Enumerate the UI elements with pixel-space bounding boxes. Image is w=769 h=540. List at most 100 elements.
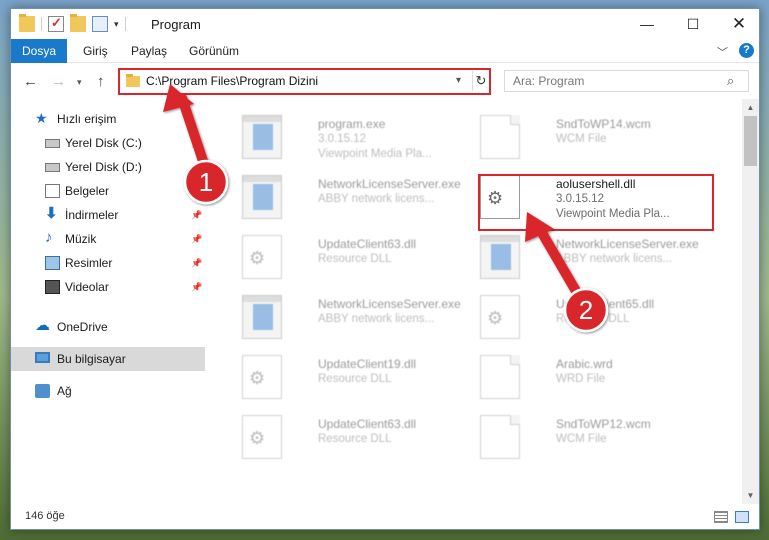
- file-detail: ABBY network licens...: [556, 253, 673, 265]
- pictures-icon: [45, 256, 60, 270]
- sidebar-item-documents[interactable]: Belgeler 📌: [11, 179, 205, 203]
- pin-icon: 📌: [191, 210, 203, 220]
- disk-icon: [45, 163, 60, 172]
- up-button[interactable]: ↑: [97, 73, 105, 90]
- file-item[interactable]: NetworkLicenseServer.exe ABBY network li…: [238, 171, 474, 227]
- file-item[interactable]: NetworkLicenseServer.exe ABBY network li…: [238, 291, 474, 347]
- scroll-up-icon[interactable]: ▲: [742, 99, 759, 116]
- details-view-icon[interactable]: [714, 511, 728, 523]
- file-detail: WRD File: [556, 373, 606, 385]
- exe-icon: [242, 115, 282, 159]
- file-item[interactable]: ⚙ UpdateClient63.dll Resource DLL: [238, 411, 474, 467]
- minimize-button[interactable]: —: [624, 9, 670, 39]
- sidebar-item-local-disk-c[interactable]: Yerel Disk (C:) 📌: [11, 131, 205, 155]
- sidebar-item-label: Belgeler: [65, 184, 110, 198]
- ribbon-tabs: Dosya Giriş Paylaş Görünüm ﹀ ?: [11, 39, 759, 63]
- search-box[interactable]: Ara: Program ⌕: [504, 70, 749, 92]
- music-icon: ♪: [45, 229, 53, 246]
- sidebar-item-pictures[interactable]: Resimler 📌: [11, 251, 205, 275]
- refresh-button[interactable]: ↻: [472, 71, 489, 91]
- address-bar[interactable]: C:\Program Files\Program Dizini ▾ ↻: [118, 68, 491, 95]
- file-item[interactable]: SndToWP12.wcm WCM File: [476, 411, 712, 467]
- sidebar-item-music[interactable]: ♪ Müzik 📌: [11, 227, 205, 251]
- folder-icon: [126, 74, 140, 87]
- maximize-button[interactable]: ☐: [670, 9, 716, 39]
- sidebar-item-label: Ağ: [57, 384, 72, 398]
- file-detail: WCM File: [556, 133, 607, 145]
- sidebar-item-quick-access[interactable]: ★ Hızlı erişim: [11, 107, 205, 131]
- file-item[interactable]: ⚙ UpdateClient65.dll Resource DLL: [476, 291, 712, 347]
- exe-icon: [242, 295, 282, 339]
- file-detail: Viewpoint Media Pla...: [318, 148, 432, 160]
- customize-toolbar-chevron-icon[interactable]: ▾: [114, 19, 119, 30]
- tab-file[interactable]: Dosya: [11, 39, 67, 63]
- pin-icon: 📌: [191, 234, 203, 244]
- file-name: UpdateClient19.dll: [318, 357, 417, 371]
- sidebar-item-label: Resimler: [65, 256, 113, 270]
- sidebar-item-network[interactable]: Ağ: [11, 379, 205, 403]
- scroll-down-icon[interactable]: ▼: [742, 487, 759, 504]
- toolbar-divider: [124, 17, 126, 31]
- properties-check-icon[interactable]: [48, 15, 64, 32]
- sidebar-item-label: İndirmeler: [65, 208, 119, 222]
- sidebar-item-label: OneDrive: [57, 320, 108, 334]
- window-title: Program: [151, 17, 201, 32]
- file-detail: Resource DLL: [556, 313, 630, 325]
- file-item[interactable]: program.exe 3.0.15.12 Viewpoint Media Pl…: [238, 111, 474, 167]
- network-icon: [35, 384, 50, 398]
- new-folder-icon[interactable]: [70, 14, 86, 32]
- disk-icon: [45, 139, 60, 148]
- sidebar-item-this-pc[interactable]: Bu bilgisayar: [11, 347, 205, 371]
- tiles-view-icon[interactable]: [735, 511, 749, 523]
- sidebar-item-local-disk-d[interactable]: Yerel Disk (D:) 📌: [11, 155, 205, 179]
- download-icon: ⬇: [45, 205, 58, 222]
- sidebar-item-videos[interactable]: Videolar 📌: [11, 275, 205, 299]
- file-item[interactable]: SndToWP14.wcm WCM File: [476, 111, 712, 167]
- sidebar-item-label: Müzik: [65, 232, 97, 246]
- pin-icon: 📌: [191, 282, 203, 292]
- search-icon[interactable]: ⌕: [727, 73, 734, 89]
- tab-view[interactable]: Görünüm: [189, 39, 239, 63]
- file-name: NetworkLicenseServer.exe: [318, 297, 461, 311]
- back-button[interactable]: ←: [23, 73, 38, 90]
- computer-icon: [35, 352, 50, 363]
- gear-document-icon: ⚙: [242, 235, 282, 279]
- toolbar-divider: [41, 17, 42, 31]
- target-file-highlight: [478, 174, 714, 231]
- quick-access-toolbar: ▾: [19, 14, 126, 32]
- file-name: Arabic.wrd: [556, 357, 613, 371]
- file-detail: Resource DLL: [318, 373, 392, 385]
- document-icon: [480, 115, 520, 159]
- file-detail: WCM File: [556, 433, 607, 445]
- file-detail: 3.0.15.12: [318, 133, 366, 145]
- title-bar: ▾ Program — ☐ ✕: [11, 9, 759, 39]
- tab-share[interactable]: Paylaş: [131, 39, 167, 63]
- item-count: 146 öğe: [25, 510, 65, 522]
- sidebar-item-label: Yerel Disk (C:): [65, 136, 142, 150]
- forward-button[interactable]: →: [51, 73, 66, 90]
- file-item[interactable]: Arabic.wrd WRD File: [476, 351, 712, 407]
- search-input[interactable]: Ara: Program: [513, 74, 584, 88]
- file-item[interactable]: ⚙ UpdateClient63.dll Resource DLL: [238, 231, 474, 287]
- vertical-scrollbar[interactable]: ▲ ▼: [742, 99, 759, 504]
- recent-locations-button[interactable]: ▾: [77, 77, 82, 88]
- pin-icon: 📌: [191, 138, 203, 148]
- sidebar-item-label: Bu bilgisayar: [57, 352, 126, 366]
- view-options-icon[interactable]: [92, 16, 108, 32]
- scrollbar-thumb[interactable]: [744, 116, 757, 166]
- address-dropdown-icon[interactable]: ▾: [456, 75, 461, 86]
- address-path[interactable]: C:\Program Files\Program Dizini: [146, 74, 318, 88]
- close-button[interactable]: ✕: [716, 9, 759, 39]
- expand-ribbon-chevron-icon[interactable]: ﹀: [717, 44, 728, 60]
- help-icon[interactable]: ?: [739, 43, 754, 58]
- tab-home[interactable]: Giriş: [83, 39, 108, 63]
- file-name: program.exe: [318, 117, 386, 131]
- sidebar-item-downloads[interactable]: ⬇ İndirmeler 📌: [11, 203, 205, 227]
- file-item[interactable]: ⚙ UpdateClient19.dll Resource DLL: [238, 351, 474, 407]
- navigation-bar: ← → ▾ ↑ C:\Program Files\Program Dizini …: [11, 64, 759, 99]
- gear-document-icon: ⚙: [480, 295, 520, 339]
- document-icon: [480, 355, 520, 399]
- file-item[interactable]: NetworkLicenseServer.exe ABBY network li…: [476, 231, 712, 287]
- exe-icon: [480, 235, 520, 279]
- sidebar-item-onedrive[interactable]: ☁ OneDrive: [11, 315, 205, 339]
